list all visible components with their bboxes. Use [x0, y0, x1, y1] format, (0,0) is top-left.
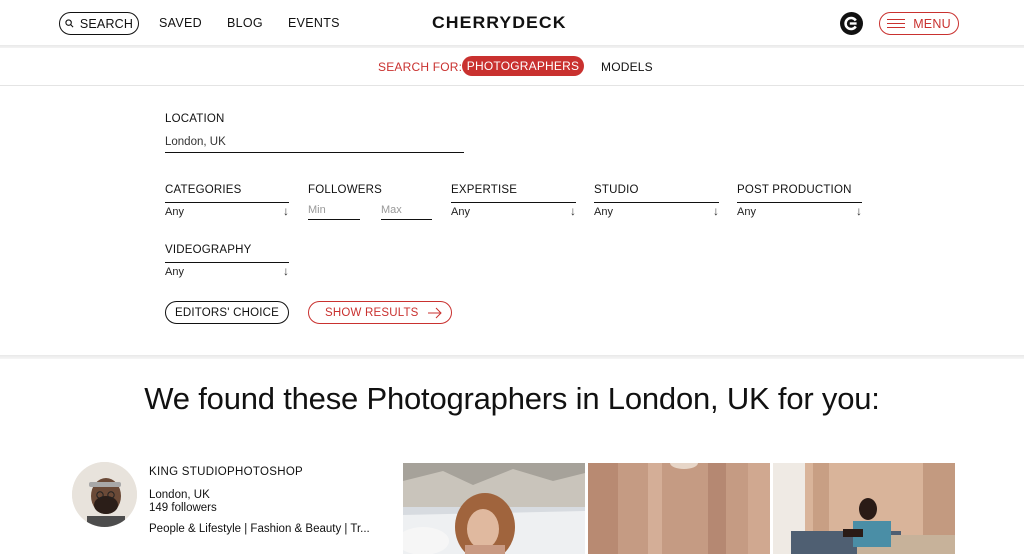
followers-label: FOLLOWERS	[308, 184, 383, 196]
videography-select[interactable]: Any ↓	[165, 262, 289, 278]
results-heading: We found these Photographers in London, …	[144, 381, 880, 416]
post-production-select[interactable]: Any ↓	[737, 202, 862, 218]
tab-photographers[interactable]: PHOTOGRAPHERS	[462, 56, 584, 76]
studio-select[interactable]: Any ↓	[594, 202, 719, 218]
photographer-location: London, UK	[149, 489, 210, 501]
nav-blog[interactable]: BLOG	[227, 16, 263, 30]
portfolio-image[interactable]	[403, 463, 585, 554]
categories-select[interactable]: Any ↓	[165, 202, 289, 218]
show-results-label: SHOW RESULTS	[325, 306, 419, 319]
arrow-down-icon: ↓	[283, 264, 289, 278]
tab-models[interactable]: MODELS	[601, 60, 653, 74]
expertise-label: EXPERTISE	[451, 184, 518, 196]
cherrydeck-c-icon[interactable]	[840, 12, 863, 35]
menu-button[interactable]: MENU	[879, 12, 959, 35]
location-label: LOCATION	[165, 113, 225, 125]
categories-value: Any	[165, 206, 184, 218]
brand-logo[interactable]: CHERRYDECK	[432, 13, 567, 33]
expertise-select[interactable]: Any ↓	[451, 202, 576, 218]
arrow-down-icon: ↓	[570, 204, 576, 218]
arrow-down-icon: ↓	[713, 204, 719, 218]
post-production-value: Any	[737, 206, 756, 218]
followers-max-input[interactable]: Max	[381, 202, 432, 220]
search-for-bar: SEARCH FOR: PHOTOGRAPHERS MODELS	[0, 48, 1024, 86]
portfolio-image[interactable]	[588, 463, 770, 554]
search-button[interactable]: SEARCH	[59, 12, 139, 35]
editors-choice-button[interactable]: EDITORS' CHOICE	[165, 301, 289, 324]
videography-value: Any	[165, 266, 184, 278]
videography-label: VIDEOGRAPHY	[165, 244, 252, 256]
menu-button-label: MENU	[913, 16, 951, 31]
studio-value: Any	[594, 206, 613, 218]
photographer-followers: 149 followers	[149, 502, 217, 514]
arrow-right-icon	[428, 307, 442, 319]
photographer-name[interactable]: KING STUDIOPHOTOSHOP	[149, 466, 303, 478]
divider	[0, 355, 1024, 359]
nav-events[interactable]: EVENTS	[288, 16, 340, 30]
expertise-value: Any	[451, 206, 470, 218]
nav-saved[interactable]: SAVED	[159, 16, 202, 30]
arrow-down-icon: ↓	[856, 204, 862, 218]
search-icon	[65, 19, 74, 28]
search-for-label: SEARCH FOR:	[378, 60, 463, 74]
categories-label: CATEGORIES	[165, 184, 242, 196]
arrow-down-icon: ↓	[283, 204, 289, 218]
location-input[interactable]: London, UK	[165, 136, 464, 153]
photographer-categories: People & Lifestyle | Fashion & Beauty | …	[149, 523, 370, 535]
followers-min-input[interactable]: Min	[308, 202, 360, 220]
top-navigation: SEARCH SAVED BLOG EVENTS CHERRYDECK MENU	[0, 0, 1024, 46]
hamburger-icon	[887, 19, 906, 28]
avatar[interactable]	[72, 462, 137, 527]
search-button-label: SEARCH	[79, 16, 134, 31]
show-results-button[interactable]: SHOW RESULTS	[308, 301, 452, 324]
post-production-label: POST PRODUCTION	[737, 184, 852, 196]
studio-label: STUDIO	[594, 184, 639, 196]
portfolio-image[interactable]	[773, 463, 955, 554]
